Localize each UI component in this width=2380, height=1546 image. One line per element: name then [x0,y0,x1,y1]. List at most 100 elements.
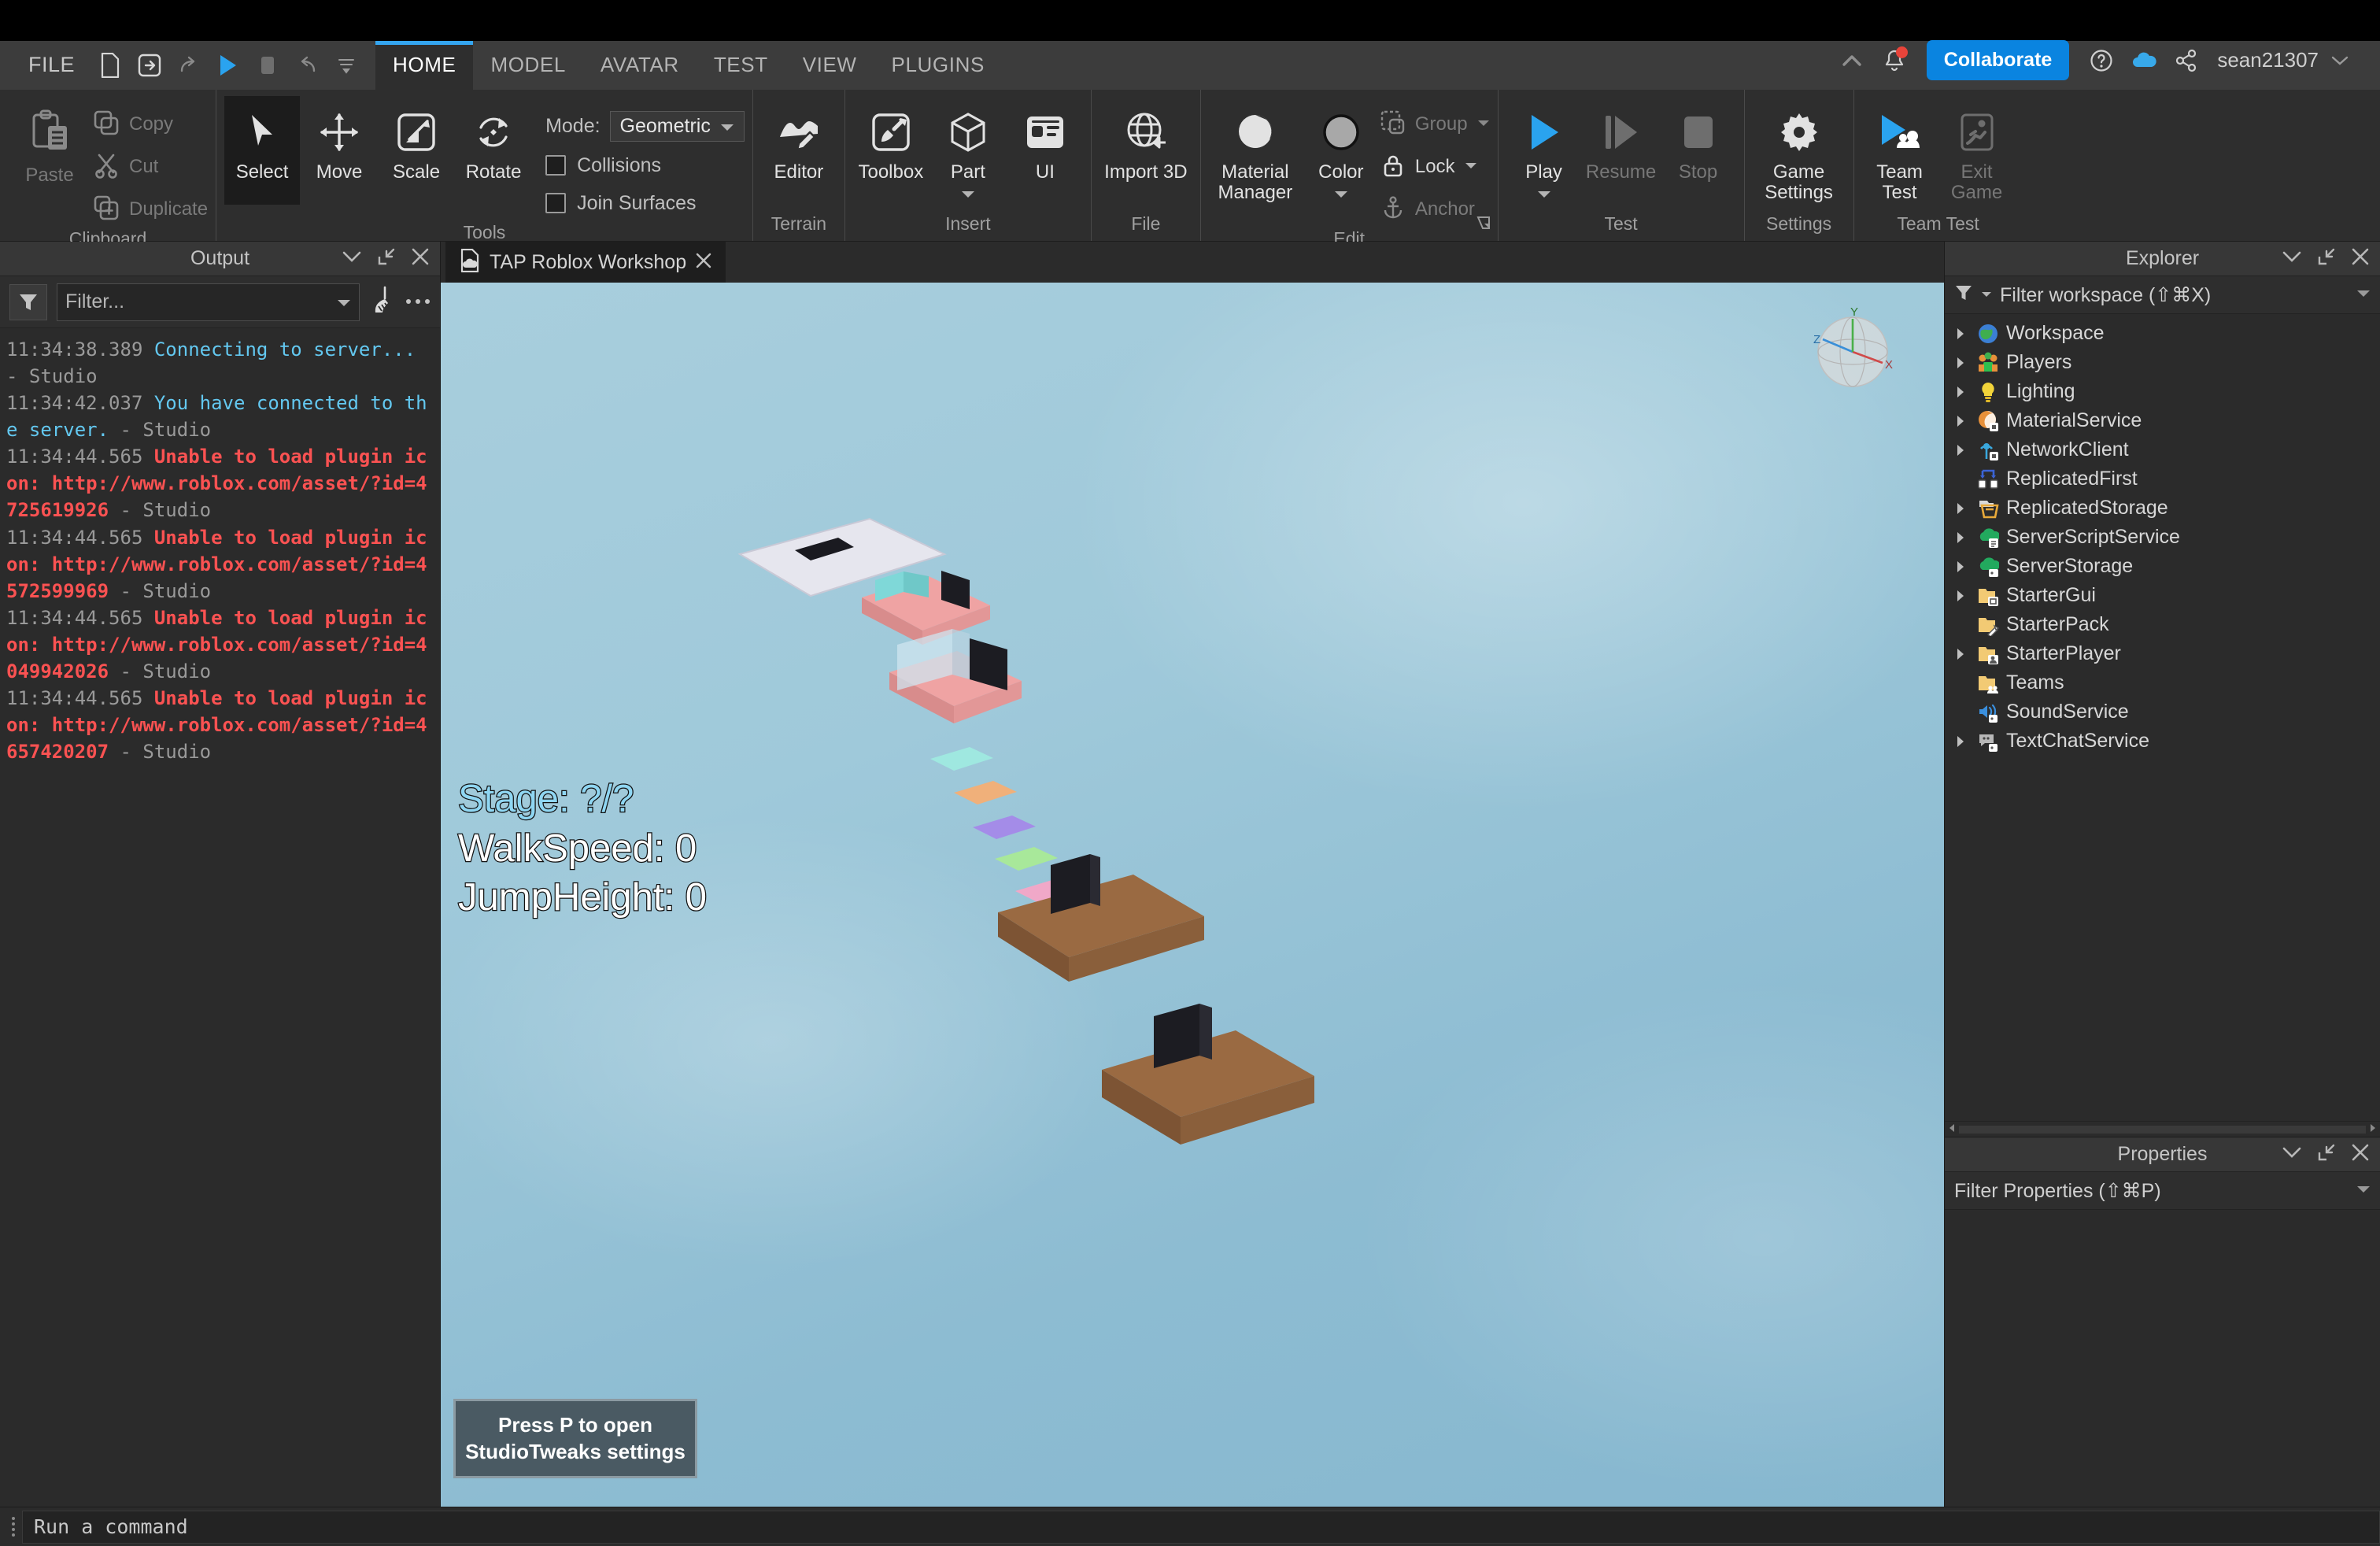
game-settings-button[interactable]: Game Settings [1753,96,1846,205]
undock-icon[interactable] [2317,247,2336,270]
chevron-down-icon[interactable] [337,290,351,313]
tab-test[interactable]: TEST [697,41,785,90]
output-more-options-icon[interactable] [405,295,431,309]
explorer-item-replicatedfirst[interactable]: ReplicatedFirst [1945,464,2380,494]
overflow-icon[interactable] [328,49,364,82]
close-icon[interactable] [412,248,429,269]
navigation-gizmo[interactable]: Z X Y [1805,305,1900,403]
studio-tweaks-toast[interactable]: Press P to open StudioTweaks settings [453,1399,697,1478]
edit-dialog-launcher-icon[interactable] [1476,215,1491,235]
chevron-down-icon[interactable] [342,251,361,267]
join-surfaces-checkbox[interactable] [545,193,567,213]
expand-arrow-icon[interactable] [1951,648,1970,660]
tab-avatar[interactable]: AVATAR [583,41,697,90]
filter-funnel-icon[interactable] [9,283,47,320]
chevron-down-icon[interactable] [1537,189,1551,203]
explorer-item-starterpack[interactable]: StarterPack [1945,610,2380,639]
collapse-ribbon-icon[interactable] [1831,42,1873,80]
tab-home[interactable]: HOME [375,41,474,90]
scroll-right-arrow-icon[interactable] [2369,1123,2377,1137]
expand-arrow-icon[interactable] [1951,735,1970,748]
part-button[interactable]: Part [930,96,1006,205]
select-tool-button[interactable]: Select [224,96,301,205]
group-button[interactable]: Group [1380,109,1490,140]
explorer-item-replicatedstorage[interactable]: ReplicatedStorage [1945,494,2380,523]
close-icon[interactable] [2352,1144,2369,1165]
share-icon[interactable] [2165,42,2208,80]
team-test-button[interactable]: Team Test [1862,96,1938,205]
close-icon[interactable] [2352,248,2369,269]
expand-arrow-icon[interactable] [1951,444,1970,457]
join-surfaces-checkbox-row[interactable]: Join Surfaces [545,187,745,219]
explorer-item-starterplayer[interactable]: StarterPlayer [1945,639,2380,668]
new-file-icon[interactable] [92,49,128,82]
undock-icon[interactable] [2317,1143,2336,1166]
chevron-down-icon[interactable] [1334,189,1348,203]
clear-output-broom-icon[interactable] [369,286,396,318]
mode-select[interactable]: Geometric [609,110,745,142]
properties-filter-input[interactable]: Filter Properties (⇧⌘P) [1945,1172,2380,1210]
open-file-icon[interactable] [131,49,168,82]
copy-button[interactable]: Copy [93,109,208,140]
rotate-tool-button[interactable]: Rotate [456,96,531,205]
3d-viewport[interactable]: Z X Y Stage: ?/? WalkSpeed: 0 JumpHeight… [441,283,1944,1507]
explorer-item-lighting[interactable]: Lighting [1945,377,2380,406]
filter-funnel-icon[interactable] [1954,283,1973,306]
expand-arrow-icon[interactable] [1951,590,1970,602]
chevron-down-icon[interactable] [2319,42,2361,80]
drag-handle-icon[interactable] [5,1515,22,1539]
terrain-editor-button[interactable]: Editor [761,96,837,205]
explorer-filter-input[interactable]: Filter workspace (⇧⌘X) [1945,276,2380,314]
scroll-track[interactable] [1959,1125,2366,1134]
expand-arrow-icon[interactable] [1951,415,1970,427]
explorer-item-teams[interactable]: Teams [1945,668,2380,697]
chevron-down-icon[interactable] [961,189,975,203]
chevron-down-icon[interactable] [1465,160,1477,174]
expand-arrow-icon[interactable] [1951,531,1970,544]
explorer-item-textchatservice[interactable]: TextChatService [1945,727,2380,756]
anchor-button[interactable]: Anchor [1380,194,1490,225]
cloud-icon[interactable] [2123,42,2165,80]
close-icon[interactable] [696,253,711,272]
explorer-item-serverstorage[interactable]: ServerStorage [1945,552,2380,581]
stop-icon[interactable] [249,49,286,82]
explorer-item-networkclient[interactable]: NetworkClient [1945,435,2380,464]
explorer-item-startergui[interactable]: StarterGui [1945,581,2380,610]
stop-button[interactable]: Stop [1661,96,1736,205]
command-input[interactable]: Run a command [22,1510,2380,1544]
explorer-item-materialservice[interactable]: MaterialService [1945,406,2380,435]
play-icon[interactable] [210,49,246,82]
viewport-tab[interactable]: TAP Roblox Workshop [445,242,726,283]
material-manager-button[interactable]: Material Manager [1209,96,1302,205]
scale-tool-button[interactable]: Scale [379,96,454,205]
ui-button[interactable]: UI [1007,96,1083,205]
scroll-left-arrow-icon[interactable] [1948,1123,1956,1137]
redo-icon[interactable] [171,49,207,82]
chevron-down-icon[interactable] [2282,1147,2301,1163]
chevron-down-icon[interactable] [2282,251,2301,267]
explorer-horizontal-scrollbar[interactable] [1945,1121,2380,1137]
tab-plugins[interactable]: PLUGINS [874,41,1002,90]
explorer-item-players[interactable]: Players [1945,348,2380,377]
explorer-tree[interactable]: Workspace Players Lighting MaterialServi… [1945,314,2380,1121]
notifications-bell-icon[interactable] [1873,42,1916,80]
output-log[interactable]: 11:34:38.389 Connecting to server... - S… [0,328,440,1507]
help-icon[interactable] [2080,42,2123,80]
explorer-item-soundservice[interactable]: SoundService [1945,697,2380,727]
explorer-item-workspace[interactable]: Workspace [1945,319,2380,348]
output-filter-input[interactable]: Filter... [57,283,360,321]
resume-button[interactable]: Resume [1584,96,1659,205]
exit-game-button[interactable]: Exit Game [1939,96,2015,205]
cut-button[interactable]: Cut [93,151,208,183]
paste-button[interactable]: Paste [8,96,91,187]
move-tool-button[interactable]: Move [301,96,377,205]
chevron-down-icon[interactable] [2356,288,2371,302]
expand-arrow-icon[interactable] [1951,327,1970,340]
chevron-down-icon[interactable] [2356,1184,2371,1198]
collisions-checkbox[interactable] [545,155,567,176]
expand-arrow-icon[interactable] [1951,560,1970,573]
tab-model[interactable]: MODEL [473,41,582,90]
undock-icon[interactable] [377,247,396,270]
expand-arrow-icon[interactable] [1951,357,1970,369]
duplicate-button[interactable]: Duplicate [93,194,208,225]
